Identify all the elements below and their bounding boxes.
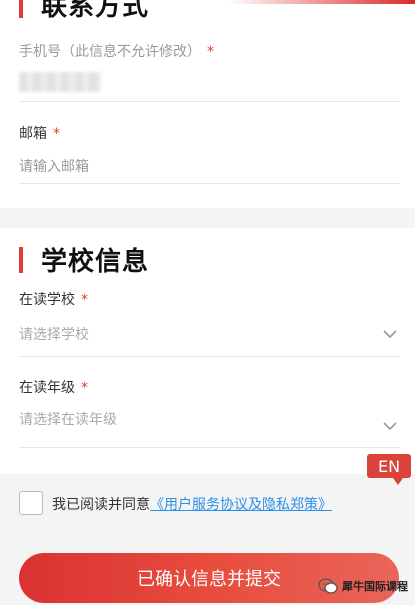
phone-required-mark: * — [207, 44, 214, 60]
grade-label: 在读年级 * — [19, 377, 88, 397]
phone-value-blurred — [19, 72, 101, 92]
phone-label-text: 手机号（此信息不允许修改） — [19, 44, 201, 60]
school-select[interactable]: 请选择学校 — [19, 324, 89, 344]
email-required-mark: * — [53, 126, 60, 142]
grade-label-text: 在读年级 — [19, 380, 75, 396]
agreement-checkbox[interactable] — [19, 491, 43, 515]
watermark: 犀牛国际课程 — [318, 578, 408, 594]
agreement-link[interactable]: 《用户服务协议及隐私郑策》 — [150, 497, 332, 513]
grade-divider — [19, 447, 399, 448]
agreement-prefix: 我已阅读并同意 — [52, 497, 150, 513]
school-section-header: 学校信息 — [19, 241, 149, 278]
school-label-text: 在读学校 — [19, 292, 75, 308]
chevron-down-icon[interactable] — [382, 326, 398, 342]
watermark-text: 犀牛国际课程 — [342, 580, 408, 593]
phone-divider — [19, 101, 399, 102]
email-divider — [19, 183, 399, 184]
grade-select[interactable]: 请选择在读年级 — [19, 409, 117, 429]
school-divider — [19, 356, 399, 357]
phone-label: 手机号（此信息不允许修改） * — [19, 41, 214, 61]
language-toggle-button[interactable]: EN — [367, 454, 411, 485]
email-input[interactable]: 请输入邮箱 — [19, 156, 89, 176]
wechat-icon — [318, 578, 338, 594]
section-marker — [19, 0, 23, 18]
section-gap — [0, 208, 415, 228]
school-section-title: 学校信息 — [41, 247, 150, 277]
grade-required-mark: * — [81, 380, 88, 396]
chevron-down-icon[interactable] — [382, 418, 398, 434]
section-marker — [19, 246, 23, 273]
school-required-mark: * — [81, 292, 88, 308]
agreement-text: 我已阅读并同意《用户服务协议及隐私郑策》 — [52, 494, 332, 514]
school-label: 在读学校 * — [19, 289, 88, 309]
email-label: 邮箱 * — [19, 123, 60, 143]
contact-section-title: 联系方式 — [41, 0, 150, 22]
email-label-text: 邮箱 — [19, 126, 47, 142]
contact-section-header: 联系方式 — [19, 0, 149, 23]
